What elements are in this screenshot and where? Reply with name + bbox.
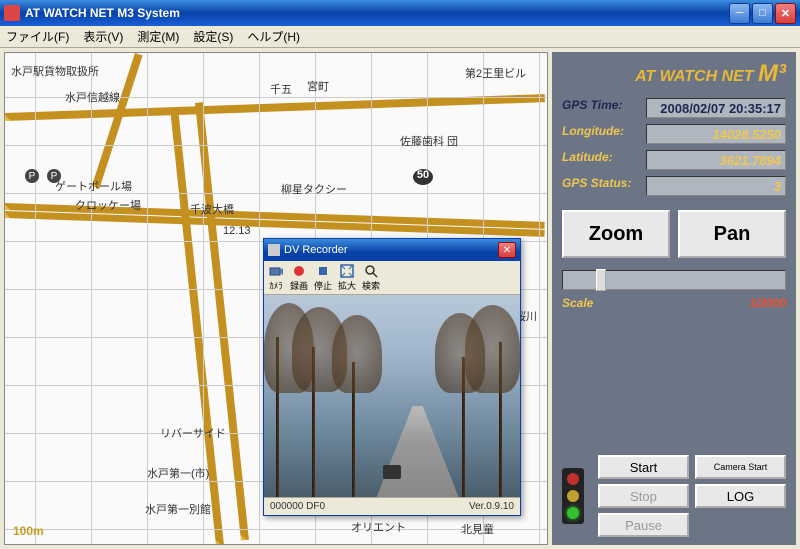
parking-icon: P	[25, 169, 39, 183]
window-title: AT WATCH NET M3 System	[25, 6, 729, 20]
gps-lat-value: 3621.7894	[646, 150, 786, 170]
dv-tool-stop[interactable]: 停止	[314, 263, 332, 292]
dv-titlebar[interactable]: DV Recorder ✕	[264, 239, 520, 261]
window-titlebar: AT WATCH NET M3 System ─ □ ✕	[0, 0, 800, 26]
map-viewport[interactable]: 水戸駅貨物取扱所水戸信越線ゲートボール場クロッケー場 千波大橋 宮町佐藤歯科 団柳星…	[4, 52, 548, 545]
traffic-light-icon	[562, 468, 584, 524]
maximize-button[interactable]: □	[752, 3, 773, 24]
map-label: 佐藤歯科 団	[400, 133, 458, 149]
parking-icon: P	[47, 169, 61, 183]
map-label: オリエント	[351, 519, 406, 535]
dv-tool-search[interactable]: 検索	[362, 263, 380, 292]
map-label: 水戸駅貨物取扱所	[11, 63, 99, 79]
menu-help[interactable]: ヘルプ(H)	[247, 28, 300, 45]
map-scale-bar: 100m	[13, 524, 44, 538]
menu-view[interactable]: 表示(V)	[83, 28, 123, 45]
log-button[interactable]: LOG	[695, 484, 786, 508]
scale-label: Scale	[562, 296, 593, 310]
gps-status-value: 3	[646, 176, 786, 196]
zoom-button[interactable]: Zoom	[562, 210, 670, 258]
dv-tool-zoom[interactable]: 拡大	[338, 263, 356, 292]
map-label: 千波大橋	[190, 201, 234, 217]
dv-recorder-window[interactable]: DV Recorder ✕ ｶﾒﾗ 録画 停止 拡大 検索	[263, 238, 521, 516]
dv-status-version: Ver.0.9.10	[469, 501, 514, 512]
dv-app-icon	[268, 244, 280, 256]
slider-thumb[interactable]	[596, 269, 606, 291]
scale-value: 1/2000	[749, 296, 786, 310]
map-label: 水戸信越線	[65, 89, 120, 105]
dv-tool-record[interactable]: 録画	[290, 263, 308, 292]
gps-time-label: GPS Time:	[562, 98, 640, 118]
gps-status-label: GPS Status:	[562, 176, 640, 196]
dv-video-feed	[264, 295, 520, 497]
map-label: 宮町	[307, 78, 329, 94]
map-label: 第2王里ビル	[465, 65, 526, 81]
menubar: ファイル(F) 表示(V) 測定(M) 設定(S) ヘルプ(H)	[0, 26, 800, 48]
side-panel: AT WATCH NET M³ GPS Time: 2008/02/07 20:…	[552, 52, 796, 545]
menu-settings[interactable]: 設定(S)	[193, 28, 233, 45]
map-label: 水戸第一(市)	[147, 465, 209, 481]
map-label: 水戸第一別館	[145, 501, 211, 517]
gps-lat-label: Latitude:	[562, 150, 640, 170]
gps-lon-label: Longitude:	[562, 124, 640, 144]
map-label: 柳星タクシー	[281, 181, 347, 197]
menu-measure[interactable]: 測定(M)	[137, 28, 179, 45]
map-label: ゲートボール場	[55, 178, 132, 194]
map-label: 千五	[270, 81, 292, 97]
start-button[interactable]: Start	[598, 455, 689, 479]
scale-slider[interactable]	[562, 270, 786, 290]
map-label: リバーサイド	[160, 425, 226, 441]
gps-lon-value: 14028.5250	[646, 124, 786, 144]
dv-tool-camera[interactable]: ｶﾒﾗ	[268, 263, 284, 292]
camera-start-button[interactable]: Camera Start	[695, 455, 786, 479]
dv-title: DV Recorder	[284, 244, 498, 256]
map-label: 50	[413, 169, 433, 185]
minimize-button[interactable]: ─	[729, 3, 750, 24]
pause-button[interactable]: Pause	[598, 513, 689, 537]
stop-button[interactable]: Stop	[598, 484, 689, 508]
gps-time-value: 2008/02/07 20:35:17	[646, 98, 786, 118]
pan-button[interactable]: Pan	[678, 210, 786, 258]
dv-toolbar: ｶﾒﾗ 録画 停止 拡大 検索	[264, 261, 520, 295]
map-label: 北見童	[461, 521, 494, 537]
dv-status-bar: 000000 DF0 Ver.0.9.10	[264, 497, 520, 515]
map-label: クロッケー場	[75, 197, 141, 213]
app-icon	[4, 5, 20, 21]
dv-status-left: 000000 DF0	[270, 501, 325, 512]
dv-close-button[interactable]: ✕	[498, 242, 516, 258]
map-label: 12.13	[223, 225, 251, 237]
menu-file[interactable]: ファイル(F)	[6, 28, 69, 45]
app-logo: AT WATCH NET M³	[562, 60, 786, 88]
close-button[interactable]: ✕	[775, 3, 796, 24]
